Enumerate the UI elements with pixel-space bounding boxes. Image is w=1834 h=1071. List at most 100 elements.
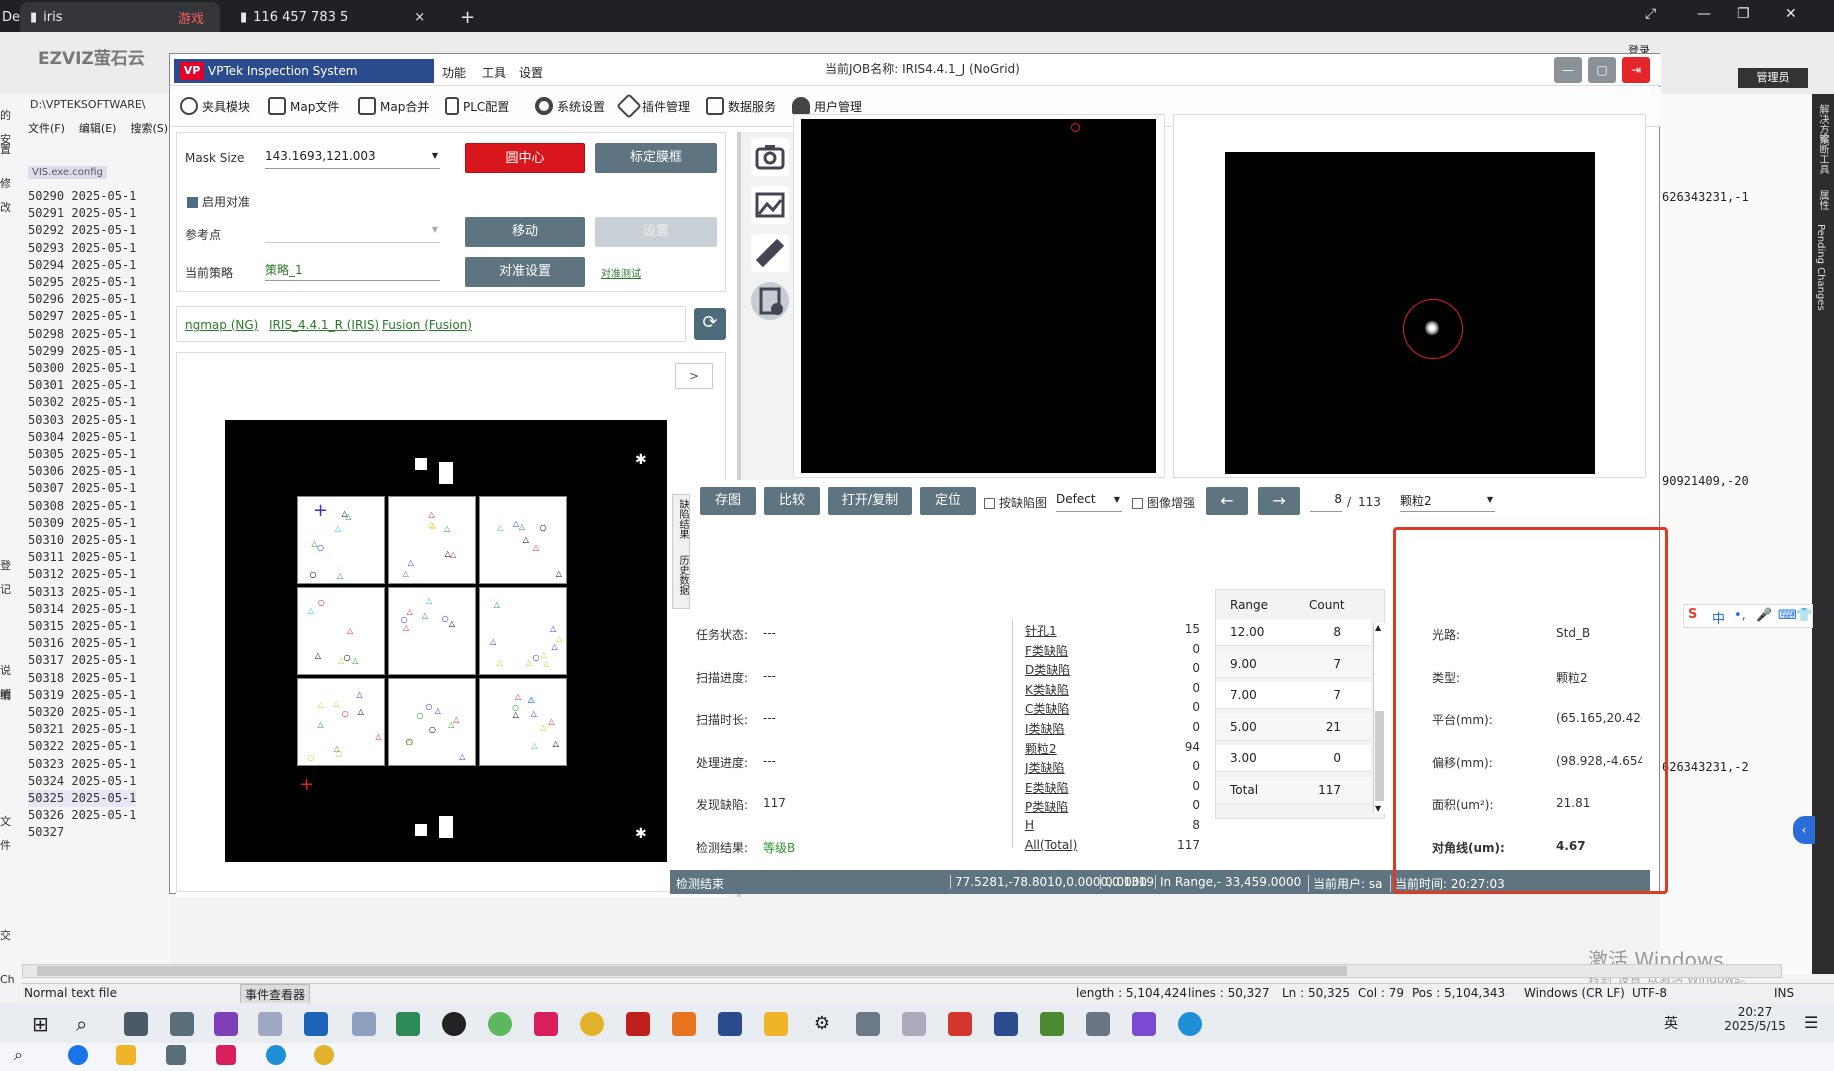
app-icon[interactable]: [68, 1045, 88, 1065]
app-icon[interactable]: [1132, 1012, 1156, 1036]
app-icon[interactable]: [166, 1045, 186, 1065]
defect-marker[interactable]: ○: [317, 544, 324, 552]
folder-icon[interactable]: [116, 1045, 136, 1065]
die-cell[interactable]: ○ ○ ○ △ △ △ △ △ ○: [388, 678, 476, 766]
defect-marker[interactable]: △: [540, 723, 546, 732]
chrome-icon[interactable]: [314, 1045, 334, 1065]
defect-marker[interactable]: △: [408, 559, 414, 567]
toolbar-plugin-manager[interactable]: 插件管理: [616, 93, 690, 119]
defect-marker[interactable]: △: [490, 638, 496, 646]
defect-marker[interactable]: △: [494, 600, 500, 609]
strategy-value[interactable]: 策略_1: [265, 261, 440, 281]
defect-class-link[interactable]: 颗粒2: [1025, 740, 1057, 757]
defect-marker[interactable]: △: [556, 634, 562, 643]
die-cell[interactable]: △ △ △ △ △ △ △ △: [388, 496, 476, 584]
menu-file[interactable]: 文件(F): [28, 120, 65, 136]
close-window-icon[interactable]: ✕: [1785, 6, 1797, 22]
defect-image-full[interactable]: [801, 119, 1156, 473]
toolbar-data-service[interactable]: 数据服务: [706, 97, 776, 115]
chrome-icon[interactable]: [580, 1012, 604, 1036]
defect-marker[interactable]: △: [357, 690, 363, 699]
align-settings-button[interactable]: 对准设置: [465, 257, 585, 287]
defect-marker[interactable]: △: [333, 699, 339, 708]
expand-button[interactable]: >: [675, 363, 713, 389]
ref-point-select[interactable]: ▼: [265, 223, 440, 243]
table-row[interactable]: 7.00 7: [1216, 682, 1371, 709]
defect-marker[interactable]: △: [526, 659, 532, 667]
defect-marker[interactable]: △: [403, 569, 409, 578]
defect-marker[interactable]: ○: [310, 570, 317, 579]
defect-class-link[interactable]: P类缺陷: [1025, 798, 1068, 815]
defect-class-link[interactable]: F类缺陷: [1025, 642, 1068, 659]
toolbar-fixture[interactable]: 夹具模块: [180, 97, 250, 115]
vis-icon[interactable]: [718, 1012, 742, 1036]
defect-marker[interactable]: ○: [442, 614, 449, 623]
defect-class-link[interactable]: J类缺陷: [1025, 759, 1065, 776]
defect-marker[interactable]: △: [528, 695, 534, 704]
wafer-map[interactable]: △ △ △ △ ○ ○ △ △ △ △ △ △ △ △ △ △ △ △ △ △ △ ○ △ △ △ △ △ ○ ○ ○ △ △ △ △ △ ○ △ △ △ △…: [225, 420, 667, 862]
table-scrollbar[interactable]: ▲ ▼: [1373, 623, 1385, 813]
defect-class-link[interactable]: H: [1025, 818, 1034, 832]
map-link-ngmap[interactable]: ngmap (NG): [185, 318, 258, 332]
defect-class-link[interactable]: D类缺陷: [1025, 661, 1070, 678]
defect-marker[interactable]: ○: [344, 654, 351, 662]
defect-marker[interactable]: △: [347, 626, 353, 635]
defect-marker[interactable]: △: [430, 521, 436, 530]
defect-marker[interactable]: △: [352, 656, 358, 665]
defect-marker[interactable]: △: [341, 510, 347, 518]
defect-marker[interactable]: △: [335, 524, 341, 533]
enable-align-checkbox[interactable]: 启用对准: [187, 193, 250, 210]
app-icon[interactable]: [902, 1012, 926, 1036]
defect-marker[interactable]: △: [496, 658, 502, 667]
camera-icon[interactable]: [751, 138, 789, 176]
table-row[interactable]: 3.00 0: [1216, 745, 1371, 772]
defect-class-link[interactable]: 针孔1: [1025, 622, 1057, 639]
locate-button[interactable]: 定位: [920, 487, 976, 515]
map-link-fusion[interactable]: Fusion (Fusion): [382, 318, 472, 332]
image-enhance-checkbox[interactable]: 图像增强: [1132, 494, 1195, 511]
defect-image-zoom[interactable]: [1225, 152, 1595, 474]
table-row[interactable]: 9.00 7: [1216, 650, 1371, 678]
circle-center-button[interactable]: 圆中心: [465, 143, 585, 173]
chevron-left-icon[interactable]: ‹: [1793, 816, 1815, 844]
desktop-icon[interactable]: [124, 1012, 148, 1036]
defect-marker[interactable]: △: [358, 708, 364, 716]
defect-marker[interactable]: ○: [540, 523, 547, 532]
move-button[interactable]: 移动: [465, 217, 585, 247]
table-row[interactable]: Total 117: [1216, 776, 1371, 804]
set-button[interactable]: 设置: [595, 217, 717, 247]
defect-marker[interactable]: △: [407, 607, 413, 616]
map-link-iris[interactable]: IRIS_4.4.1_R (IRIS): [269, 318, 379, 332]
defect-marker[interactable]: △: [459, 753, 465, 761]
defect-marker[interactable]: △: [515, 693, 521, 701]
defect-marker[interactable]: △: [315, 651, 321, 660]
editor-file-tab[interactable]: VIS.exe.config: [28, 166, 107, 179]
defect-marker[interactable]: △: [406, 737, 412, 746]
notification-icon[interactable]: ☰: [1804, 1013, 1818, 1032]
defect-class-link[interactable]: K类缺陷: [1025, 681, 1069, 698]
defect-marker[interactable]: △: [556, 569, 562, 578]
tab-defect-result[interactable]: 缺陷结果: [675, 499, 690, 539]
sogou-icon[interactable]: S: [1688, 607, 1697, 622]
close-icon[interactable]: ×: [414, 10, 425, 25]
compare-button[interactable]: 比较: [764, 487, 820, 515]
toolbar-map-file[interactable]: Map文件: [268, 97, 339, 115]
defect-marker[interactable]: △: [317, 720, 323, 729]
minimize-button[interactable]: —: [1554, 57, 1582, 83]
tool-diagnostics[interactable]: 诊断工具: [1815, 134, 1830, 174]
defect-marker[interactable]: △: [533, 543, 539, 552]
defect-marker[interactable]: △: [550, 625, 556, 633]
menu-settings[interactable]: 设置: [519, 64, 543, 81]
defect-marker[interactable]: ○: [429, 725, 436, 734]
defect-class-link[interactable]: I类缺陷: [1025, 720, 1065, 737]
msg-icon[interactable]: [442, 1012, 466, 1036]
image-icon[interactable]: [751, 186, 789, 224]
tool-pending-changes[interactable]: Pending Changes: [1815, 224, 1826, 311]
toolbar-user-manager[interactable]: 用户管理: [792, 97, 862, 115]
table-row[interactable]: 12.00 8: [1216, 619, 1371, 646]
next-defect-button[interactable]: →: [1258, 487, 1300, 515]
defect-marker[interactable]: ○: [342, 710, 349, 718]
start-icon[interactable]: ⊞: [32, 1012, 56, 1036]
menu-search[interactable]: 搜索(S): [130, 120, 168, 136]
maximize-button[interactable]: ▢: [1588, 57, 1616, 83]
